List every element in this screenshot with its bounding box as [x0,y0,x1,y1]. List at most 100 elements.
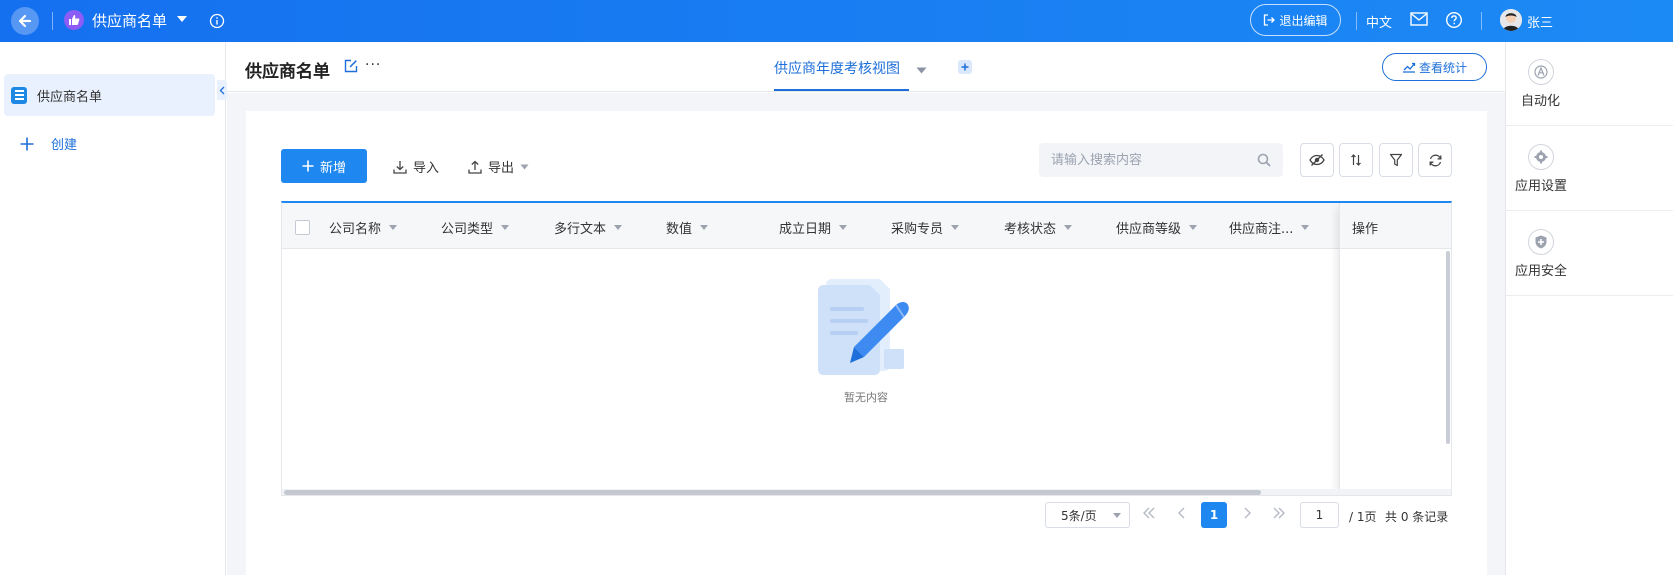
back-button[interactable] [11,7,39,35]
chevron-left-icon [219,86,225,94]
column-header[interactable]: 多行文本 [554,218,623,237]
sort-button[interactable] [1339,143,1373,177]
language-switch[interactable]: 中文 [1366,12,1392,31]
last-page-button[interactable] [1272,507,1286,523]
sidebar: 供应商名单 创建 [0,42,227,575]
refresh-button[interactable] [1418,143,1452,177]
automation-button[interactable]: 自动化 [1506,42,1673,126]
column-menu-caret-icon[interactable] [951,225,960,230]
column-menu-caret-icon[interactable] [839,225,848,230]
column-header-label: 供应商等级 [1116,222,1182,237]
total-pages: / 1页 [1349,510,1377,524]
column-header[interactable]: 供应商注... [1229,218,1310,237]
column-header-label: 采购专员 [891,222,944,237]
operations-header-label: 操作 [1352,222,1379,237]
total-records: 共 0 条记录 [1385,510,1449,524]
table-header: 公司名称 公司类型 多行文本 数值 成立日期 采购专员 考核状态 供应商等级 供… [282,203,1451,249]
search-icon[interactable] [1257,153,1271,167]
security-icon [1528,229,1554,255]
app-settings-button[interactable]: 应用设置 [1506,127,1673,211]
user-name[interactable]: 张三 [1527,12,1553,31]
more-icon[interactable]: ··· [365,57,381,73]
view-statistics-label: 查看统计 [1418,60,1467,75]
next-page-button[interactable] [1243,507,1252,523]
column-header[interactable]: 数值 [666,218,709,237]
tab-annual-review-view[interactable]: 供应商年度考核视图 [774,58,900,78]
arrow-left-icon [18,14,32,28]
app-title[interactable]: 供应商名单 [92,10,167,31]
avatar[interactable] [1500,9,1522,31]
column-menu-caret-icon[interactable] [389,225,398,230]
view-statistics-button[interactable]: 查看统计 [1382,53,1487,81]
app-switch-caret-icon[interactable] [176,13,188,28]
automation-label: 自动化 [1521,94,1561,109]
settings-icon [1528,144,1554,170]
add-record-button[interactable]: 新增 [281,149,367,183]
column-header-label: 考核状态 [1004,222,1057,237]
edit-icon[interactable] [344,59,358,77]
app-settings-label: 应用设置 [1515,179,1568,194]
column-menu-caret-icon[interactable] [614,225,623,230]
info-icon[interactable] [209,13,225,33]
import-button[interactable]: 导入 [393,157,439,176]
sidebar-item-supplier-list[interactable]: 供应商名单 [4,74,215,116]
select-all-checkbox[interactable] [295,220,310,235]
search-input[interactable] [1039,143,1239,177]
column-menu-caret-icon[interactable] [1301,225,1310,230]
mail-icon[interactable] [1410,12,1428,30]
chevron-down-icon [520,164,529,169]
chevron-down-icon [1113,513,1121,518]
column-header[interactable]: 公司名称 [329,218,398,237]
operations-column: 操作 [1339,203,1451,495]
import-label: 导入 [413,161,440,176]
column-header-label: 公司名称 [329,222,382,237]
column-header-label: 供应商注... [1229,222,1294,237]
page-jump-input[interactable] [1300,502,1339,528]
page-size-value: 5条/页 [1061,508,1097,523]
form-doc-icon [11,86,27,104]
right-panel: 自动化 应用设置 应用安全 [1505,42,1673,575]
prev-page-button[interactable] [1177,507,1186,523]
refresh-icon [1429,154,1441,166]
app-icon [64,10,84,30]
filter-icon [1389,153,1403,167]
double-chevron-left-icon [1143,507,1155,519]
chart-trend-icon [1402,62,1416,73]
column-header-label: 公司类型 [441,222,494,237]
app-security-button[interactable]: 应用安全 [1506,212,1673,296]
column-header[interactable]: 供应商等级 [1116,218,1198,237]
column-header[interactable]: 公司类型 [441,218,510,237]
filter-button[interactable] [1379,143,1413,177]
thumbs-up-icon [69,15,80,25]
data-table: 公司名称 公司类型 多行文本 数值 成立日期 采购专员 考核状态 供应商等级 供… [281,201,1452,496]
create-label: 创建 [51,138,78,153]
column-header[interactable]: 成立日期 [779,218,848,237]
first-page-button[interactable] [1142,507,1156,523]
view-dropdown-caret-icon[interactable] [916,63,927,78]
top-bar: 供应商名单 退出编辑 中文 张三 [0,0,1673,42]
column-header[interactable]: 采购专员 [891,218,960,237]
export-button[interactable]: 导出 [468,157,529,176]
exit-edit-button[interactable]: 退出编辑 [1250,4,1341,36]
current-page[interactable]: 1 [1201,502,1227,528]
page-size-select[interactable]: 5条/页 [1045,502,1130,528]
download-icon [393,160,407,174]
add-view-button[interactable] [958,60,972,74]
column-menu-caret-icon[interactable] [501,225,510,230]
add-record-label: 新增 [319,160,346,176]
eye-off-icon [1309,154,1325,166]
help-icon[interactable] [1445,11,1463,33]
plus-icon [961,63,969,71]
vertical-scrollbar[interactable] [1446,251,1450,444]
sort-icon [1351,154,1361,166]
horizontal-scrollbar[interactable] [284,490,1261,495]
hide-fields-button[interactable] [1300,143,1334,177]
column-header[interactable]: 考核状态 [1004,218,1073,237]
column-menu-caret-icon[interactable] [1189,225,1198,230]
column-menu-caret-icon[interactable] [700,225,709,230]
create-button[interactable]: 创建 [20,134,77,153]
top-separator [1481,12,1482,30]
exit-icon [1264,14,1276,26]
column-menu-caret-icon[interactable] [1064,225,1073,230]
sidebar-collapse-button[interactable] [217,80,227,100]
